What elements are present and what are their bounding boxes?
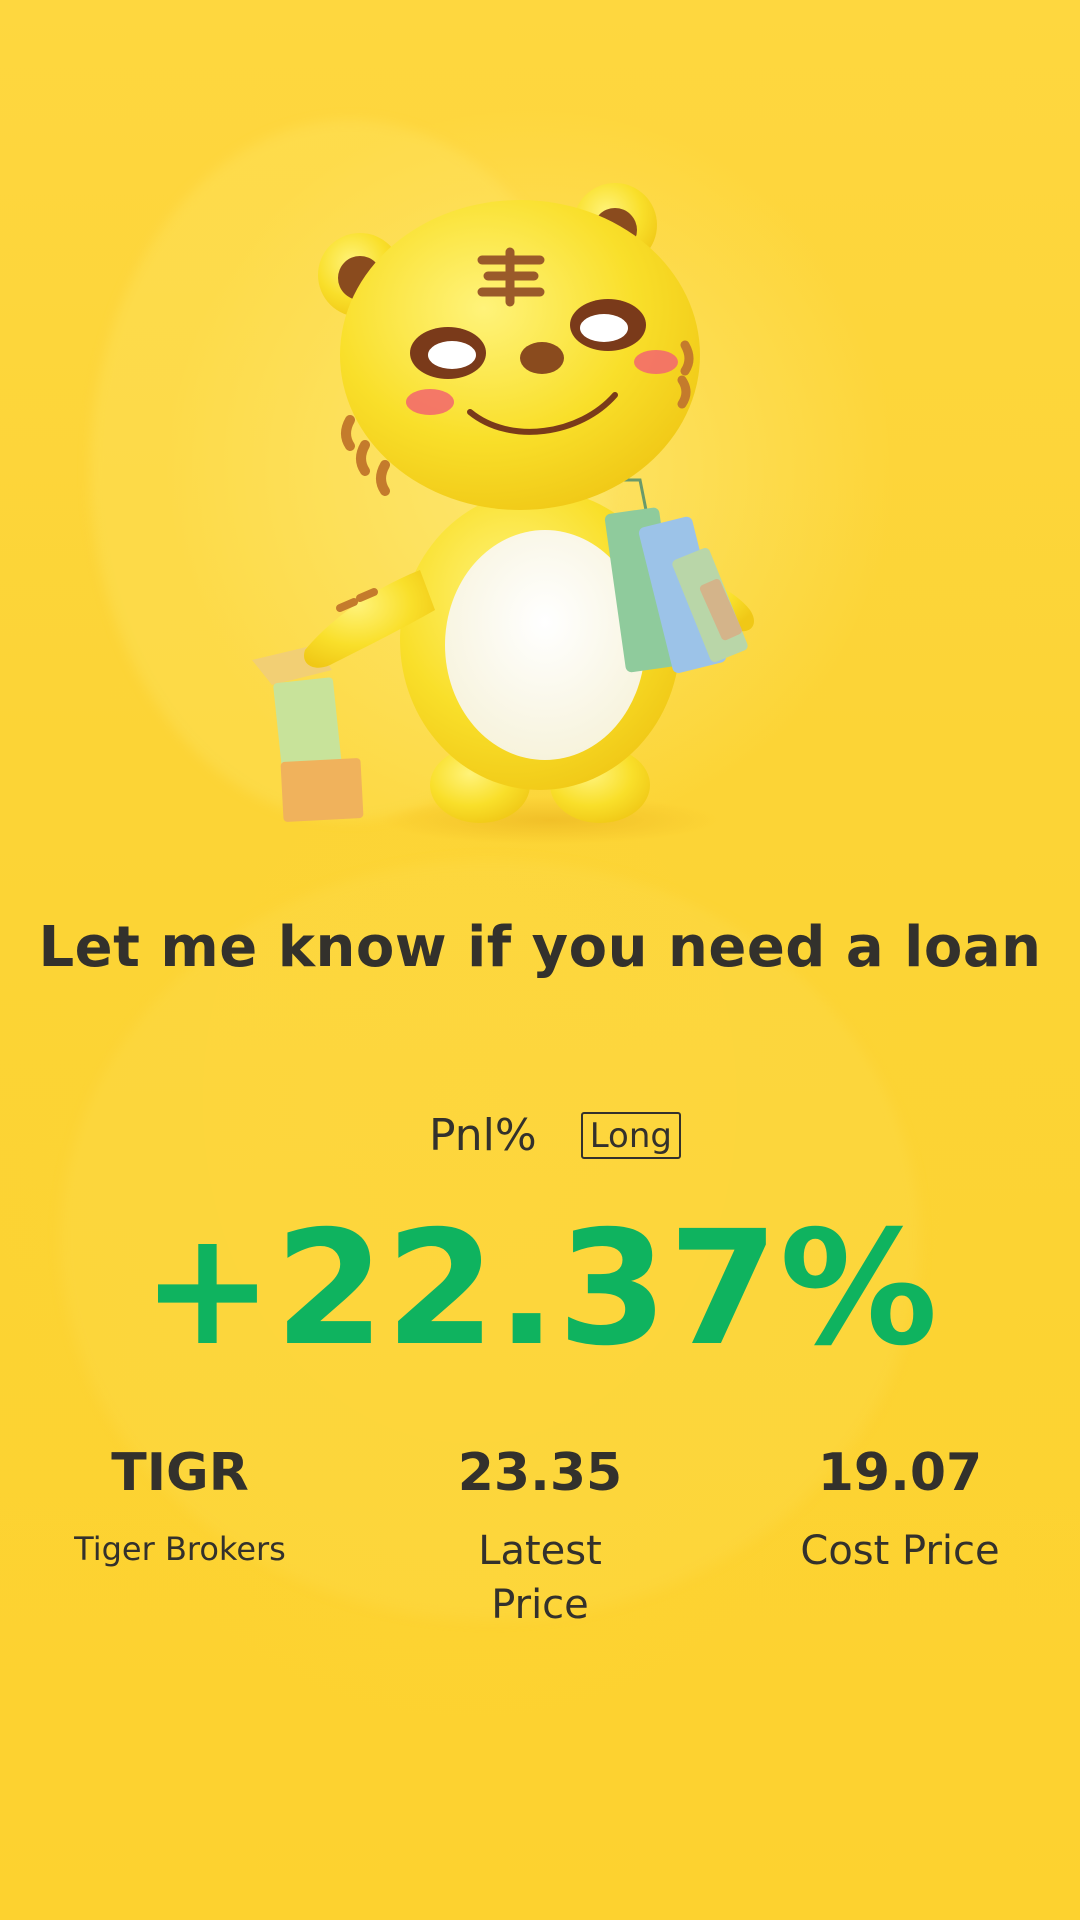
headline: Let me know if you need a loan: [38, 915, 1042, 980]
cost-price-value: 19.07: [817, 1443, 983, 1503]
share-card: Let me know if you need a loan Pnl% Long…: [0, 0, 1080, 1920]
shopping-bag-right: [604, 478, 748, 674]
shopping-bag-left: [252, 645, 364, 822]
latest-price-value: 23.35: [457, 1443, 623, 1503]
stat-ticker: TIGR Tiger Brokers: [0, 1443, 360, 1632]
pnl-header: Pnl% Long: [0, 1110, 1080, 1161]
stat-cost-price: 19.07 Cost Price: [720, 1443, 1080, 1632]
pnl-value: +22.37%: [141, 1197, 939, 1381]
company-name: Tiger Brokers: [74, 1530, 286, 1569]
position-badge: Long: [580, 1112, 681, 1159]
pnl-label: Pnl%: [429, 1110, 537, 1161]
latest-price-label: Latest Price: [478, 1528, 602, 1629]
stats-row: TIGR Tiger Brokers 23.35 Latest Price 19…: [0, 1443, 1080, 1632]
stat-latest-price: 23.35 Latest Price: [360, 1443, 720, 1632]
cost-price-label: Cost Price: [800, 1528, 1000, 1575]
tiger-mascot-icon: [252, 183, 755, 844]
ticker-symbol: TIGR: [111, 1443, 249, 1503]
